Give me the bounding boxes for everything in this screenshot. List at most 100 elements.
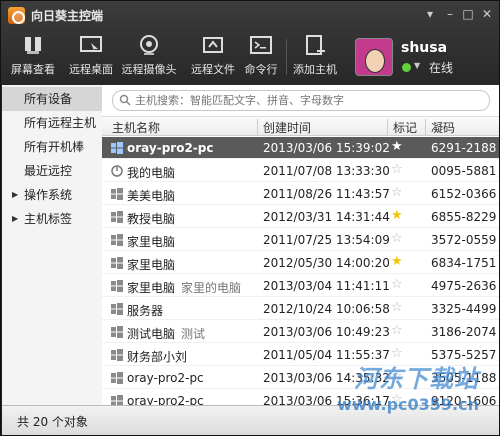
host-name: 家里电脑	[127, 258, 176, 272]
table-row[interactable]: 美美电脑 2011/08/26 11:43:57 ☆ 6152-0366	[102, 183, 499, 205]
created-time: 2012/10/24 10:06:58	[263, 302, 390, 316]
star-outline-icon[interactable]: ☆	[391, 369, 403, 384]
star-filled-icon[interactable]: ★	[391, 208, 403, 223]
sidebar-item-label: 主机标签	[24, 212, 73, 226]
command-line-button[interactable]: 命令行	[233, 31, 289, 83]
title-bar[interactable]: 向日葵主控端 ▾ – □ ✕	[1, 1, 499, 29]
sunflower-logo-icon	[8, 7, 25, 24]
column-header-mark[interactable]: 标记	[393, 119, 417, 136]
table-row[interactable]: 服务器 2012/10/24 10:06:58 ☆ 3325-4499	[102, 298, 499, 320]
add-host-icon	[306, 35, 325, 55]
user-status[interactable]: 在线	[429, 59, 453, 76]
windows-icon	[111, 234, 123, 246]
sidebar-item-label: 所有设备	[24, 92, 73, 106]
star-outline-icon[interactable]: ☆	[391, 162, 403, 177]
windows-icon	[111, 372, 123, 384]
host-code: 6152-0366	[431, 187, 497, 201]
table-row[interactable]: 家里电脑 家里的电脑 2013/03/04 11:41:11 ☆ 4975-2636	[102, 275, 499, 297]
star-outline-icon[interactable]: ☆	[391, 392, 403, 405]
star-filled-icon[interactable]: ★	[391, 139, 403, 154]
sidebar-item-operating-system[interactable]: ▶ 操作系统	[2, 183, 102, 207]
created-time: 2013/03/06 10:49:23	[263, 325, 390, 339]
host-name: oray-pro2-pc	[127, 141, 214, 155]
sidebar-item-recent-remote[interactable]: 最近远控	[2, 159, 102, 183]
table-row[interactable]: 教授电脑 2012/03/31 14:31:44 ★ 6855-8229	[102, 206, 499, 228]
online-status-icon	[402, 63, 411, 72]
screen-view-button[interactable]: 屏幕查看	[5, 31, 61, 83]
table-row[interactable]: 家里电脑 2011/07/25 13:54:09 ☆ 3572-0559	[102, 229, 499, 251]
table-row[interactable]: 我的电脑 2011/07/08 13:33:30 ☆ 0095-5881	[102, 160, 499, 182]
created-time: 2013/03/06 14:35:32	[263, 371, 390, 385]
column-header-host-name[interactable]: 主机名称	[112, 119, 160, 136]
remote-camera-icon	[140, 35, 158, 55]
host-note: 家里的电脑	[181, 281, 242, 295]
created-time: 2011/07/08 13:33:30	[263, 164, 390, 178]
sidebar-item-label: 所有远程主机	[24, 116, 97, 130]
sidebar-item-label: 操作系统	[24, 188, 73, 202]
windows-icon	[111, 142, 123, 154]
table-row[interactable]: 财务部小刘 2011/05/04 11:55:37 ☆ 5375-5257	[102, 344, 499, 366]
created-time: 2013/03/06 15:36:17	[263, 394, 390, 405]
screen-view-icon	[25, 37, 41, 54]
host-name: 家里电脑 家里的电脑	[127, 281, 242, 295]
created-time: 2011/07/25 13:54:09	[263, 233, 390, 247]
toolbar-label: 屏幕查看	[11, 63, 55, 76]
star-filled-icon[interactable]: ★	[391, 254, 403, 269]
window-title: 向日葵主控端	[31, 9, 104, 23]
search-box[interactable]	[112, 90, 490, 111]
search-input[interactable]	[135, 93, 485, 108]
windows-icon	[111, 303, 123, 315]
sidebar-item-all-remote-hosts[interactable]: 所有远程主机	[2, 111, 102, 135]
table-row[interactable]: 测试电脑 测试 2013/03/06 10:49:23 ☆ 3186-2074	[102, 321, 499, 343]
star-outline-icon[interactable]: ☆	[391, 231, 403, 246]
host-code: 5375-5257	[431, 348, 497, 362]
add-host-button[interactable]: 添加主机	[287, 31, 343, 83]
search-icon	[119, 94, 131, 106]
host-code: 3572-0559	[431, 233, 497, 247]
host-code: 6834-1751	[431, 256, 497, 270]
star-outline-icon[interactable]: ☆	[391, 346, 403, 361]
toolbar-label: 添加主机	[293, 63, 337, 76]
table-header: 主机名称 创建时间 标记 凝码	[102, 116, 499, 136]
minimize-button[interactable]: –	[441, 6, 459, 22]
main-panel: 主机名称 创建时间 标记 凝码 oray-pro2-pc 2013/03/06 1…	[102, 85, 499, 405]
windows-icon	[111, 395, 123, 405]
toolbar-label: 命令行	[244, 63, 278, 76]
host-code: 4975-2636	[431, 279, 497, 293]
sidebar: 所有设备 所有远程主机 所有开机棒 最近远控 ▶ 操作系统 ▶ 主机标签	[2, 85, 102, 405]
windows-icon	[111, 326, 123, 338]
remote-camera-button[interactable]: 远程摄像头	[121, 31, 177, 83]
status-dropdown-icon[interactable]: ▼	[414, 61, 420, 70]
maximize-button[interactable]: □	[459, 6, 477, 22]
created-time: 2012/05/30 14:00:20	[263, 256, 390, 270]
windows-icon	[111, 280, 123, 292]
sidebar-item-all-power-sticks[interactable]: 所有开机棒	[2, 135, 102, 159]
column-divider[interactable]	[425, 119, 426, 135]
host-name: oray-pro2-pc	[127, 394, 204, 405]
column-divider[interactable]	[387, 119, 388, 135]
table-row[interactable]: oray-pro2-pc 2013/03/06 15:36:17 ☆ 9120-160…	[102, 390, 499, 405]
column-header-created-time[interactable]: 创建时间	[263, 119, 311, 136]
sidebar-item-host-tags[interactable]: ▶ 主机标签	[2, 207, 102, 231]
table-row[interactable]: 家里电脑 2012/05/30 14:00:20 ★ 6834-1751	[102, 252, 499, 274]
expand-arrow-icon: ▶	[12, 214, 19, 223]
star-outline-icon[interactable]: ☆	[391, 300, 403, 315]
column-header-code[interactable]: 凝码	[431, 119, 455, 136]
table-row[interactable]: oray-pro2-pc 2013/03/06 14:35:32 ☆ 3505-118…	[102, 367, 499, 389]
sidebar-item-all-devices[interactable]: 所有设备	[2, 87, 102, 111]
star-outline-icon[interactable]: ☆	[391, 277, 403, 292]
host-code: 3325-4499	[431, 302, 497, 316]
star-outline-icon[interactable]: ☆	[391, 185, 403, 200]
host-name: 服务器	[127, 304, 164, 318]
host-code: 3186-2074	[431, 325, 497, 339]
menu-dropdown-button[interactable]: ▾	[421, 6, 439, 22]
created-time: 2011/05/04 11:55:37	[263, 348, 390, 362]
table-row[interactable]: oray-pro2-pc 2013/03/06 15:39:02 ★ 6291-218…	[102, 137, 499, 159]
column-divider[interactable]	[257, 119, 258, 135]
toolbar: 屏幕查看 远程桌面 远程摄像头 远程文件 命令行 添加主机	[1, 29, 499, 85]
host-name: 教授电脑	[127, 212, 176, 226]
user-avatar[interactable]	[355, 38, 393, 76]
remote-desktop-button[interactable]: 远程桌面	[63, 31, 119, 83]
close-button[interactable]: ✕	[478, 6, 496, 22]
star-outline-icon[interactable]: ☆	[391, 323, 403, 338]
